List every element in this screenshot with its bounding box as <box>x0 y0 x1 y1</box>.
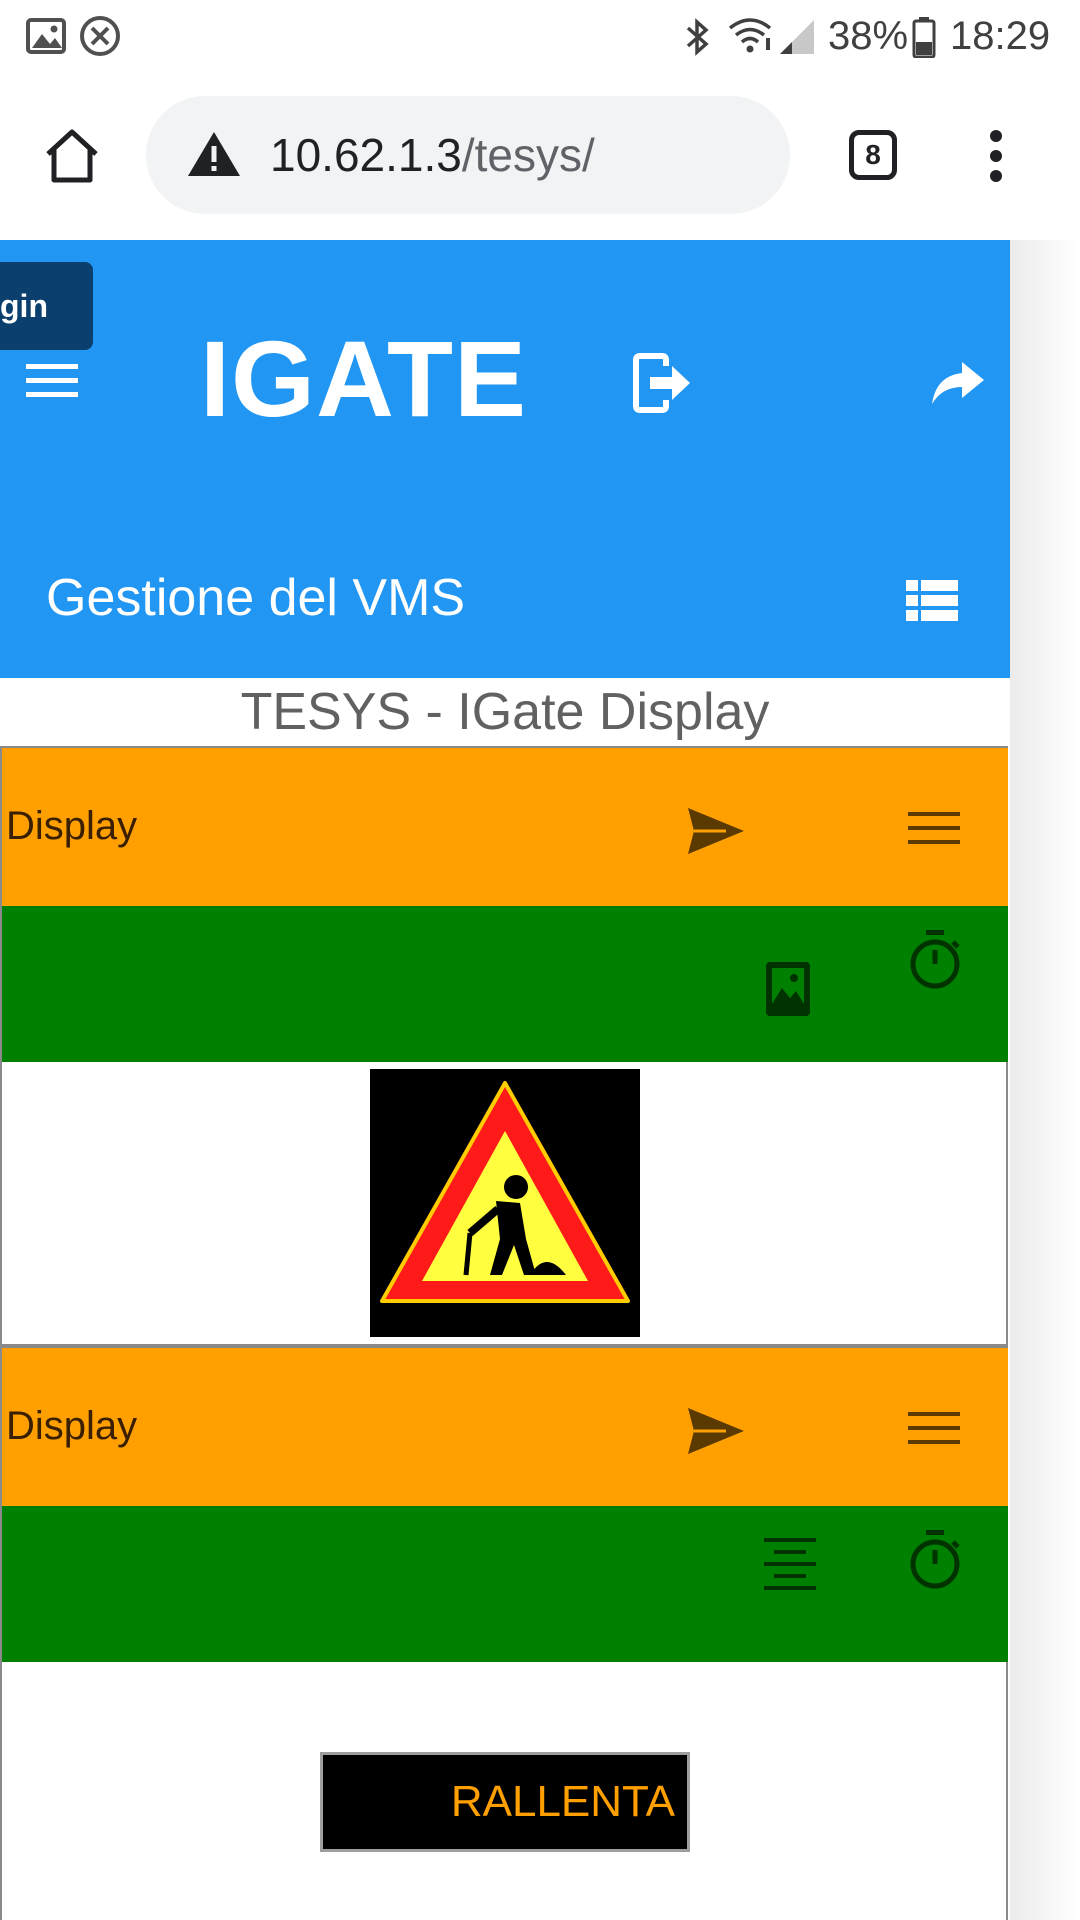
panel-2-header: Display <box>2 1348 1008 1506</box>
text-sign-preview: RALLENTA <box>320 1752 690 1852</box>
logout-icon[interactable] <box>632 352 694 414</box>
send-icon[interactable] <box>686 806 746 856</box>
panel-menu-icon[interactable] <box>908 1410 960 1448</box>
panel-2-toolbar <box>2 1506 1008 1662</box>
url-host: 10.62.1.3 <box>270 129 462 181</box>
battery-percent: 38% <box>828 14 909 58</box>
close-circle-notification-icon <box>80 16 120 56</box>
list-view-icon[interactable] <box>906 580 958 622</box>
wifi-icon <box>728 18 772 53</box>
timer-icon[interactable] <box>908 930 962 990</box>
panel-1-toolbar <box>2 906 1008 1062</box>
roadworks-sign-preview <box>370 1069 640 1337</box>
url-text[interactable]: 10.62.1.3/tesys/ <box>270 128 595 182</box>
share-forward-icon[interactable] <box>930 360 986 406</box>
tab-switcher-button[interactable]: 8 <box>849 130 897 180</box>
battery-icon <box>912 17 936 58</box>
image-icon[interactable] <box>764 960 812 1018</box>
page-edge-shadow <box>1010 240 1080 1920</box>
timer-icon[interactable] <box>908 1530 962 1590</box>
gallery-notification-icon <box>26 18 66 54</box>
panel-1-header: Display <box>2 748 1008 906</box>
roadworks-warning-sign <box>380 1081 630 1303</box>
panel-menu-icon[interactable] <box>908 810 960 848</box>
status-bar: 38% 18:29 <box>0 0 1080 76</box>
panel-1-title: Display <box>6 804 138 848</box>
insecure-warning-icon[interactable] <box>186 130 242 178</box>
page-title: TESYS - IGate Display <box>240 683 770 741</box>
login-button[interactable]: gin <box>0 262 93 350</box>
bluetooth-icon <box>686 18 709 56</box>
cell-signal-icon <box>780 20 814 54</box>
send-icon[interactable] <box>686 1406 746 1456</box>
more-menu-icon[interactable] <box>986 128 1006 184</box>
text-sign-message: RALLENTA <box>450 1777 675 1826</box>
home-icon[interactable] <box>42 128 102 184</box>
clock: 18:29 <box>950 14 1051 58</box>
align-center-icon[interactable] <box>764 1536 816 1590</box>
panel-2-title: Display <box>6 1404 138 1448</box>
app-brand: IGATE <box>200 318 527 439</box>
url-path: /tesys/ <box>461 129 595 181</box>
section-subtitle: Gestione del VMS <box>46 569 466 627</box>
hamburger-menu-icon[interactable] <box>26 362 80 400</box>
